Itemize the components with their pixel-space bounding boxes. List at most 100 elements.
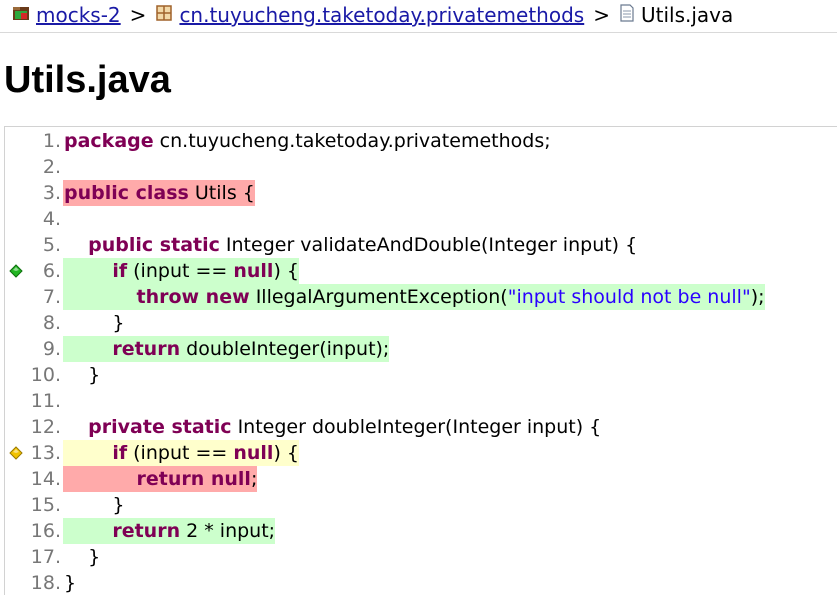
code-text: ) {	[273, 260, 299, 282]
source-code	[63, 388, 64, 414]
breadcrumb-separator: >	[593, 3, 610, 27]
code-line: 10. }	[5, 362, 835, 388]
string-literal: "input should not be null"	[507, 286, 751, 308]
line-number: 4.	[42, 208, 61, 230]
source-code: private static Integer doubleInteger(Int…	[63, 414, 601, 440]
source-code: if (input == null) {	[63, 258, 299, 284]
code-text: }	[64, 494, 125, 516]
breadcrumb-current-file: Utils.java	[640, 3, 734, 27]
code-line: 3. public class Utils {	[5, 180, 835, 206]
source-code: return doubleInteger(input);	[63, 336, 390, 362]
code-line: 11.	[5, 388, 835, 414]
keyword: public static	[88, 234, 220, 256]
line-number: 12.	[30, 416, 61, 438]
breadcrumb-separator: >	[129, 3, 147, 27]
keyword: null	[233, 260, 274, 282]
keyword: throw new	[136, 286, 250, 308]
code-line: 9. return doubleInteger(input);	[5, 336, 835, 362]
line-number: 5.	[42, 234, 61, 256]
code-text: cn.tuyucheng.taketoday.privatemethods;	[153, 130, 551, 152]
code-line: 12. private static Integer doubleInteger…	[5, 414, 835, 440]
breadcrumb-package-link[interactable]: cn.tuyucheng.taketoday.privatemethods	[179, 3, 584, 27]
line-number: 17.	[30, 546, 61, 568]
line-number: 11.	[30, 390, 61, 412]
source-code: }	[63, 310, 124, 336]
source-code: if (input == null) {	[63, 440, 299, 466]
source-code-panel: 1. package cn.tuyucheng.taketoday.private…	[4, 126, 837, 595]
keyword: null	[233, 442, 274, 464]
line-number: 15.	[30, 494, 61, 516]
line-number: 1.	[42, 130, 61, 152]
code-text: }	[64, 312, 125, 334]
code-line: 6. if (input == null) {	[5, 258, 835, 284]
page-title: Utils.java	[4, 59, 171, 101]
keyword: return null	[136, 468, 251, 490]
line-number: 10.	[30, 364, 61, 386]
code-line: 13. if (input == null) {	[5, 440, 835, 466]
source-code: }	[63, 362, 100, 388]
code-line: 8. }	[5, 310, 835, 336]
line-number: 14.	[30, 468, 61, 490]
header-divider	[0, 32, 837, 33]
keyword: public class	[64, 182, 189, 204]
keyword: return	[112, 338, 181, 360]
code-line: 1. package cn.tuyucheng.taketoday.private…	[5, 128, 835, 154]
code-text: 2 * input;	[180, 520, 276, 542]
code-text: }	[64, 364, 101, 386]
line-number: 8.	[42, 312, 61, 334]
source-code: }	[63, 492, 124, 518]
code-text: Utils {	[188, 182, 255, 204]
code-line: 14. return null;	[5, 466, 835, 492]
line-number: 2.	[42, 156, 61, 178]
code-text: }	[64, 546, 101, 568]
code-line: 16. return 2 * input;	[5, 518, 835, 544]
keyword: private static	[88, 416, 232, 438]
code-text: (input ==	[127, 260, 234, 282]
code-text: ) {	[273, 442, 299, 464]
code-line: 7. throw new IllegalArgumentException("i…	[5, 284, 835, 310]
line-number: 7.	[42, 286, 61, 308]
line-number: 18.	[30, 572, 61, 594]
code-line: 15. }	[5, 492, 835, 518]
source-code: public static Integer validateAndDouble(…	[63, 232, 637, 258]
code-text: );	[750, 286, 765, 308]
source-code: public class Utils {	[63, 180, 255, 206]
keyword: package	[64, 130, 154, 152]
project-icon	[12, 3, 30, 27]
breadcrumb-project-link[interactable]: mocks-2	[36, 3, 121, 27]
line-number: 16.	[30, 520, 61, 542]
line-number: 9.	[42, 338, 61, 360]
source-code: throw new IllegalArgumentException("inpu…	[63, 284, 765, 310]
code-text: doubleInteger(input);	[180, 338, 390, 360]
source-code: return null;	[63, 466, 258, 492]
code-text: Integer doubleInteger(Integer input) {	[231, 416, 602, 438]
java-file-icon	[619, 3, 635, 27]
source-code: }	[63, 570, 76, 596]
breadcrumb: mocks-2 > cn.tuyucheng.taketoday.private…	[0, 0, 837, 30]
code-text: (input ==	[127, 442, 234, 464]
keyword: if	[112, 260, 128, 282]
code-text: Integer validateAndDouble(Integer input)…	[219, 234, 638, 256]
keyword: return	[112, 520, 181, 542]
code-line: 5. public static Integer validateAndDoub…	[5, 232, 835, 258]
code-text: IllegalArgumentException(	[249, 286, 508, 308]
source-code: return 2 * input;	[63, 518, 276, 544]
keyword: if	[112, 442, 128, 464]
source-code: }	[63, 544, 100, 570]
code-line: 2.	[5, 154, 835, 180]
line-number: 3.	[42, 182, 61, 204]
source-code: package cn.tuyucheng.taketoday.privateme…	[63, 128, 551, 154]
code-line: 18.}	[5, 570, 835, 596]
code-line: 4.	[5, 206, 835, 232]
code-text: }	[64, 572, 77, 594]
code-text: ;	[250, 468, 258, 490]
source-code	[63, 206, 64, 232]
